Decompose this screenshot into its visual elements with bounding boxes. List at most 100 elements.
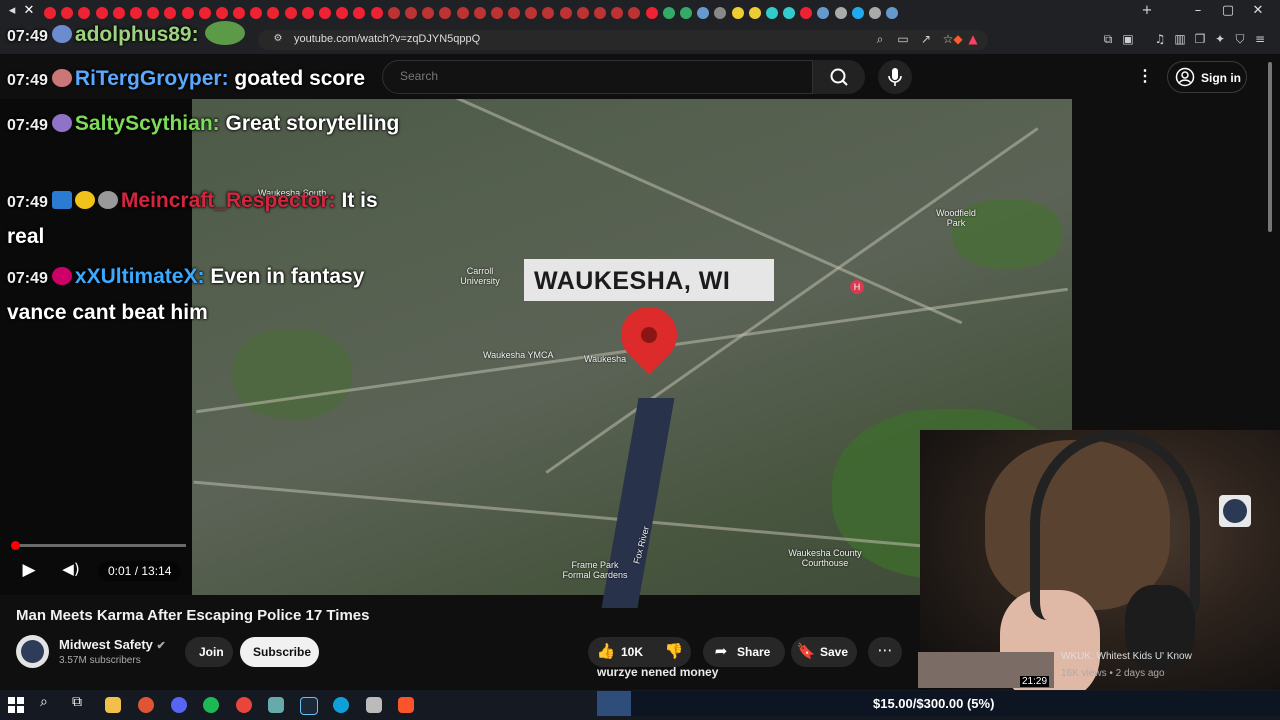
brave-rewards-icon[interactable]: ▲ [965,32,981,46]
subscribe-button[interactable]: Subscribe [240,637,319,667]
pinned-tab-icon[interactable] [628,7,641,19]
close-window-icon[interactable]: ✕ [1248,3,1268,18]
chrome-icon[interactable] [236,697,252,713]
pinned-tab-icon[interactable] [800,7,813,19]
bookmarks-icon[interactable]: ❐ [1192,32,1208,46]
menu-icon[interactable]: ≡ [1252,32,1268,46]
pinned-tab-icon[interactable] [490,7,503,19]
pinned-tab-icon[interactable] [886,7,899,19]
sidebar-icon[interactable]: ▥ [1172,32,1188,46]
share-page-icon[interactable]: ↗ [918,32,934,46]
page-scrollbar[interactable] [1268,62,1272,232]
like-icon[interactable]: 👍 [596,642,616,660]
location-title: WAUKESHA, WI [534,267,731,295]
pinned-tab-icon[interactable] [439,7,452,19]
donation-goal-fill [597,691,631,716]
pinned-tab-icon[interactable] [611,7,624,19]
media-icon[interactable]: ♫ [1152,32,1168,46]
progress-scrubber[interactable] [11,541,20,550]
recommended-title[interactable]: WKUK: Whitest Kids U' Know [1061,651,1192,662]
pinned-tab-icon[interactable] [697,7,710,19]
pinned-tab-icon[interactable] [714,7,727,19]
user-badge-icon [51,267,72,285]
like-count[interactable]: 10K [621,645,643,659]
cast-icon[interactable]: ▭ [895,32,911,46]
new-tab-icon[interactable]: + [1137,3,1157,18]
pinned-tab-icon[interactable] [508,7,521,19]
pinned-tab-icon[interactable] [731,7,744,19]
chat-message: 07:49 SaltyScythian: Great storytelling [7,112,400,135]
pinned-tab-icon[interactable] [662,7,675,19]
app-icon[interactable] [138,697,154,713]
pinned-tab-icon[interactable] [851,7,864,19]
screenshot-icon[interactable]: ▣ [1120,32,1136,46]
share-icon: ➦ [714,642,728,660]
maximize-icon[interactable]: ▢ [1218,3,1238,18]
pepe-emote-icon [204,21,245,45]
channel-avatar[interactable] [16,635,49,668]
recommended-duration: 21:29 [1020,676,1050,687]
search-input[interactable] [382,60,813,94]
pinned-tab-icon[interactable] [456,7,469,19]
app-icon[interactable] [366,697,382,713]
chat-message: 07:49 RiTergGroyper: goated score [7,67,366,90]
minimize-icon[interactable]: – [1188,3,1208,18]
donation-goal-text: $15.00/$300.00 (5%) [873,696,995,711]
task-view-icon[interactable]: ⧉ [72,694,82,710]
pinned-tab-icon[interactable] [748,7,761,19]
pinned-tab-icon[interactable] [525,7,538,19]
progress-bar[interactable] [16,544,186,547]
pinned-tab-icon[interactable] [594,7,606,19]
extensions-icon[interactable]: ⧉ [1100,32,1116,47]
taskbar-search-icon[interactable]: ⌕ [40,694,48,710]
user-badge-icon [51,69,72,87]
pinned-tab-icon[interactable] [473,7,486,19]
pinned-tab-icon[interactable] [576,7,589,19]
brave-icon[interactable] [398,697,414,713]
account-icon [1175,67,1195,87]
sign-in-button[interactable]: Sign in [1167,61,1247,93]
spotify-icon[interactable] [203,697,219,713]
pinned-tab-icon[interactable] [679,7,692,19]
vpn-icon[interactable]: ⛉ [1232,32,1248,47]
windows-start-icon[interactable] [8,697,24,713]
edge-icon[interactable] [333,697,349,713]
voice-search-button[interactable] [878,60,912,94]
more-options-icon[interactable]: ⋮ [1137,66,1153,86]
dislike-icon[interactable]: 👎 [664,642,684,660]
app-icon[interactable] [268,697,284,713]
discord-icon[interactable] [171,697,187,713]
user-badge-icon [51,25,72,43]
steam-icon[interactable] [300,697,318,715]
brave-shields-icon[interactable]: ◆ [950,32,966,46]
leo-icon[interactable]: ✦ [1212,32,1228,46]
close-tab-icon[interactable]: ✕ [19,3,39,18]
volume-icon[interactable]: ◀) [60,560,82,578]
chat-username: adolphus89: [74,23,199,46]
chat-text: Great storytelling [225,112,400,135]
map-label: Carroll University [460,266,500,286]
map-label: Waukesha County Courthouse [788,548,862,568]
pinned-tab-icon[interactable] [422,7,435,19]
zoom-icon[interactable]: ⌕ [872,32,888,47]
pinned-tab-icon[interactable] [542,7,555,19]
more-horizontal-icon: ⋯ [877,641,893,659]
pinned-tab-icon[interactable] [783,7,796,19]
join-button[interactable]: Join [185,637,233,667]
file-explorer-icon[interactable] [105,697,121,713]
search-button[interactable] [813,60,865,94]
sign-in-label: Sign in [1201,71,1241,85]
pinned-tab-icon[interactable] [817,7,830,19]
play-icon[interactable]: ▶ [18,560,40,580]
pinned-tab-icon[interactable] [869,7,881,19]
pinned-tab-icon[interactable] [559,7,572,19]
channel-name[interactable]: Midwest Safety ✔ [59,637,166,652]
subscriber-count: 3.57M subscribers [59,655,141,666]
map-label: Waukesha [584,354,627,364]
chat-username: SaltyScythian: [74,112,220,135]
chat-message: 07:49 adolphus89: [7,18,417,54]
channel-watermark[interactable] [1219,495,1251,527]
pinned-tab-icon[interactable] [765,7,778,19]
pinned-tab-icon[interactable] [645,7,658,19]
pinned-tab-icon[interactable] [834,7,847,19]
